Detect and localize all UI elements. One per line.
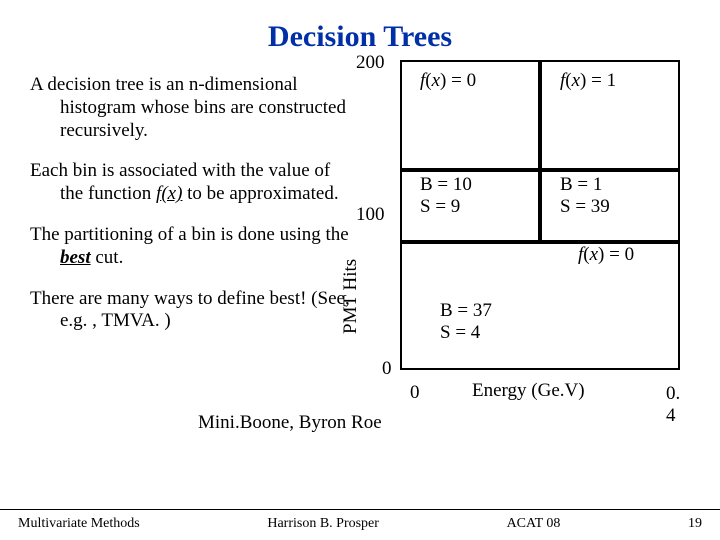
p2-lead: Each bin is associated with the bbox=[30, 160, 269, 181]
paragraph-3: The partitioning of a bin is done using … bbox=[30, 224, 350, 270]
cell-mid-right: B = 1 S = 39 bbox=[540, 170, 680, 242]
p3-mid: done using the bbox=[238, 224, 349, 245]
cell-tr-eq: (x) = 1 bbox=[565, 70, 616, 91]
cell-ml-s: S = 9 bbox=[420, 196, 538, 218]
slide-title: Decision Trees bbox=[0, 0, 720, 54]
paragraph-1: A decision tree is an n-dimensional hist… bbox=[30, 74, 350, 142]
slide-body: A decision tree is an n-dimensional hist… bbox=[0, 54, 720, 333]
cell-top-left: f(x) = 0 bbox=[400, 60, 540, 170]
cell-bot-b: B = 37 bbox=[440, 300, 492, 322]
slide-footer: Multivariate Methods Harrison B. Prosper… bbox=[0, 516, 720, 532]
x-tick-0: 0 bbox=[410, 382, 420, 404]
x-tick-04: 0. 4 bbox=[666, 383, 686, 427]
cell-mr-s: S = 39 bbox=[560, 196, 678, 218]
y-tick-100: 100 bbox=[356, 204, 385, 226]
x-axis-label: Energy (Ge.V) bbox=[472, 380, 585, 402]
text-column: A decision tree is an n-dimensional hist… bbox=[30, 74, 350, 333]
cell-mid-left: B = 10 S = 9 bbox=[400, 170, 540, 242]
chart-credit: Mini.Boone, Byron Roe bbox=[198, 412, 382, 434]
y-tick-0: 0 bbox=[382, 358, 392, 380]
cell-mr-b: B = 1 bbox=[560, 174, 678, 196]
cell-bot-s: S = 4 bbox=[440, 322, 492, 344]
paragraph-4: There are many ways to define best! (See… bbox=[30, 288, 350, 334]
footer-divider bbox=[0, 509, 720, 510]
paragraph-2: Each bin is associated with the value of… bbox=[30, 160, 350, 206]
p3-lead: The partitioning of a bin is bbox=[30, 224, 238, 245]
p3-rest: cut. bbox=[91, 247, 124, 268]
fx-tail: (x) bbox=[161, 183, 182, 204]
footer-page: 19 bbox=[688, 516, 702, 532]
chart-grid: f(x) = 0 f(x) = 1 B = 10 S = 9 B = 1 S =… bbox=[400, 60, 680, 370]
footer-left: Multivariate Methods bbox=[18, 516, 140, 532]
cell-tl-eq: (x) = 0 bbox=[425, 70, 476, 91]
cell-top-right: f(x) = 1 bbox=[540, 60, 680, 170]
footer-right: ACAT 08 bbox=[507, 516, 561, 532]
p1-lead: A decision tree is an bbox=[30, 74, 184, 95]
footer-center: Harrison B. Prosper bbox=[267, 516, 379, 532]
p2-rest: to be approximated. bbox=[182, 183, 338, 204]
best-word: best bbox=[60, 247, 91, 268]
y-tick-200: 200 bbox=[356, 52, 385, 74]
cell-ml-b: B = 10 bbox=[420, 174, 538, 196]
y-axis-label: PMT Hits bbox=[340, 259, 362, 334]
cell-bottom: B = 37 S = 4 bbox=[400, 242, 680, 370]
